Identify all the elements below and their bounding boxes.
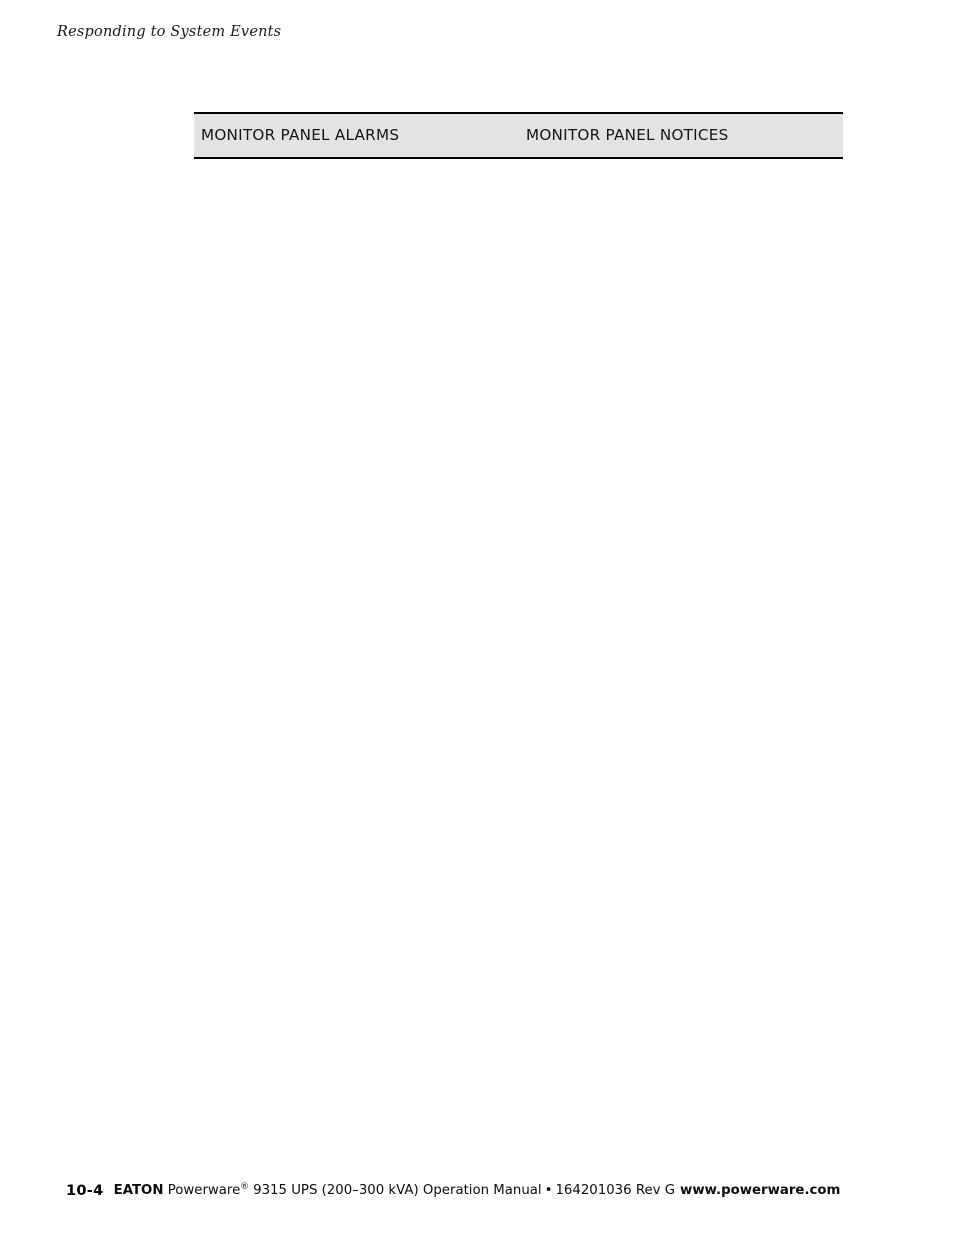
column-header-notices-label: MONITOR PANEL NOTICES [526,126,729,144]
footer-description: 9315 UPS (200–300 kVA) Operation Manual [253,1183,542,1198]
table-header-row: MONITOR PANEL ALARMS MONITOR PANEL NOTIC… [194,112,843,159]
footer-part-number: 164201036 Rev G [555,1183,676,1198]
monitor-panel-table: MONITOR PANEL ALARMS MONITOR PANEL NOTIC… [194,112,843,159]
footer-brand: EATON [113,1183,164,1198]
running-head: Responding to System Events [57,24,282,40]
column-header-alarms-label: MONITOR PANEL ALARMS [201,126,400,144]
footer-url[interactable]: www.powerware.com [680,1183,840,1198]
footer-product: Powerware [167,1183,241,1198]
column-header-notices: MONITOR PANEL NOTICES [519,112,843,159]
footer-imprint: EATON Powerware® 9315 UPS (200–300 kVA) … [0,1182,954,1198]
monitor-panel-table-container: MONITOR PANEL ALARMS MONITOR PANEL NOTIC… [194,112,843,159]
registered-mark-icon: ® [240,1182,249,1192]
page-footer: 10-4 EATON Powerware® 9315 UPS (200–300 … [0,1182,954,1204]
footer-bullet-icon: • [544,1183,553,1198]
column-header-alarms: MONITOR PANEL ALARMS [194,112,519,159]
